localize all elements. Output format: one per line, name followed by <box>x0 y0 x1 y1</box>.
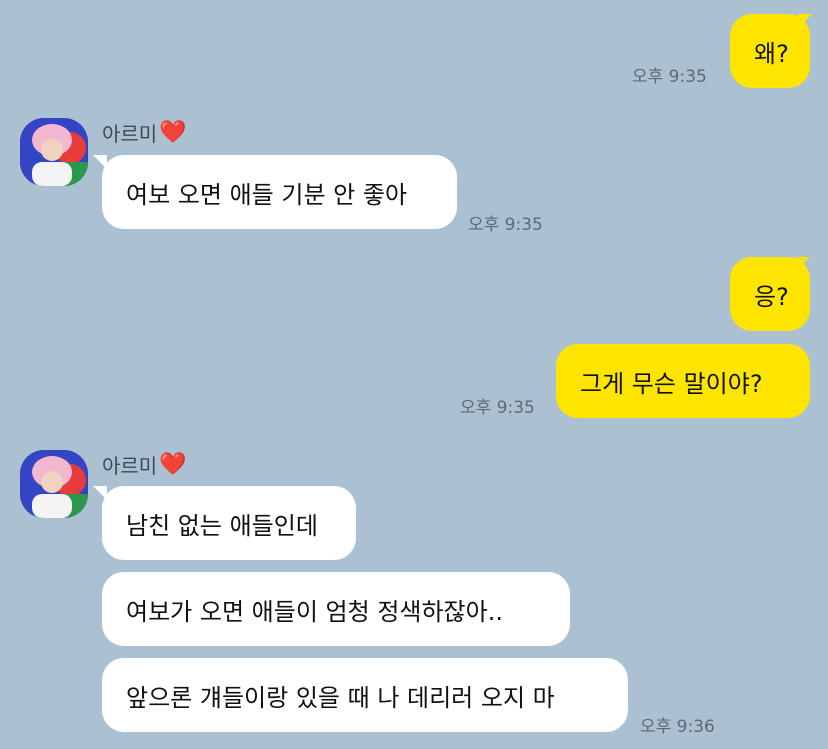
message-text: 응? <box>754 282 789 311</box>
message-text: 앞으론 걔들이랑 있을 때 나 데리러 오지 마 <box>126 683 555 712</box>
profile-avatar[interactable] <box>20 450 88 518</box>
message-timestamp: 오후 9:35 <box>460 398 535 418</box>
outgoing-message[interactable]: 응? <box>730 257 810 331</box>
message-timestamp: 오후 9:35 <box>632 67 707 87</box>
incoming-message[interactable]: 여보가 오면 애들이 엄청 정색하잖아.. <box>102 572 570 646</box>
avatar-image-icon <box>20 450 88 518</box>
sender-name: 아르미 ❤️ <box>102 452 187 478</box>
incoming-message[interactable]: 앞으론 걔들이랑 있을 때 나 데리러 오지 마 <box>102 658 628 732</box>
outgoing-message[interactable]: 그게 무슨 말이야? <box>556 344 810 418</box>
incoming-message[interactable]: 남친 없는 애들인데 <box>102 486 356 560</box>
avatar-image-icon <box>20 118 88 186</box>
sender-name: 아르미 ❤️ <box>102 120 187 146</box>
incoming-message[interactable]: 여보 오면 애들 기분 안 좋아 <box>102 155 457 229</box>
profile-avatar[interactable] <box>20 118 88 186</box>
message-timestamp: 오후 9:35 <box>468 215 543 235</box>
heart-icon: ❤️ <box>159 452 187 477</box>
message-timestamp: 오후 9:36 <box>640 717 715 737</box>
message-text: 남친 없는 애들인데 <box>126 511 318 540</box>
heart-icon: ❤️ <box>159 120 187 145</box>
outgoing-message[interactable]: 왜? <box>730 14 810 88</box>
message-text: 왜? <box>754 39 789 68</box>
message-text: 여보 오면 애들 기분 안 좋아 <box>126 180 408 209</box>
message-text: 여보가 오면 애들이 엄청 정색하잖아.. <box>126 597 503 626</box>
message-text: 그게 무슨 말이야? <box>580 369 763 398</box>
